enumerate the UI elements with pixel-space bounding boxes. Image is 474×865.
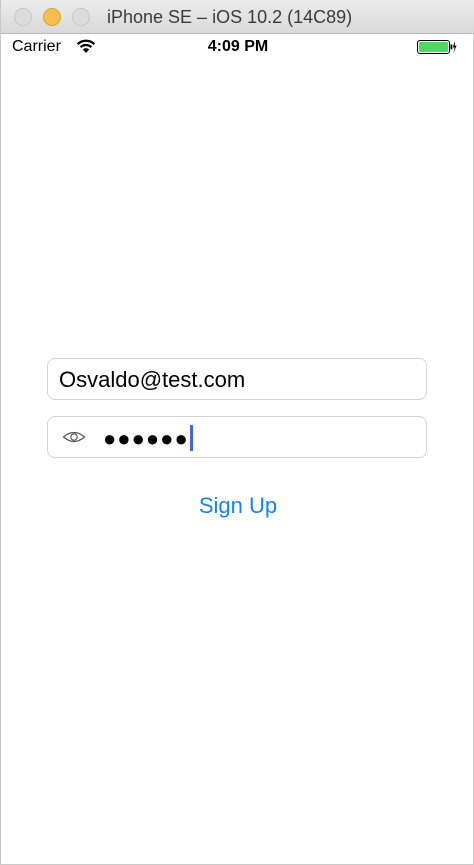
text-cursor: [189, 425, 193, 451]
zoom-window-button[interactable]: [72, 8, 90, 26]
password-field[interactable]: ●●●●●●: [47, 416, 427, 458]
ios-status-bar: Carrier 4:09 PM: [1, 34, 474, 60]
eye-icon[interactable]: [62, 429, 86, 445]
password-field-value: ●●●●●●: [103, 425, 193, 452]
sign-up-button[interactable]: Sign Up: [1, 493, 474, 519]
email-field[interactable]: Osvaldo@test.com: [47, 358, 427, 400]
password-dots: ●●●●●●: [103, 426, 189, 451]
simulator-window: iPhone SE – iOS 10.2 (14C89) Carrier 4:0…: [0, 0, 474, 865]
battery-charging-icon: [417, 40, 457, 54]
window-title: iPhone SE – iOS 10.2 (14C89): [107, 7, 353, 27]
email-field-value: Osvaldo@test.com: [59, 367, 246, 392]
minimize-window-button[interactable]: [43, 8, 61, 26]
close-window-button[interactable]: [14, 8, 32, 26]
app-content: Osvaldo@test.com ●●●●●● Sign Up: [1, 60, 474, 865]
status-time: 4:09 PM: [207, 38, 269, 55]
window-titlebar[interactable]: iPhone SE – iOS 10.2 (14C89): [1, 0, 474, 34]
